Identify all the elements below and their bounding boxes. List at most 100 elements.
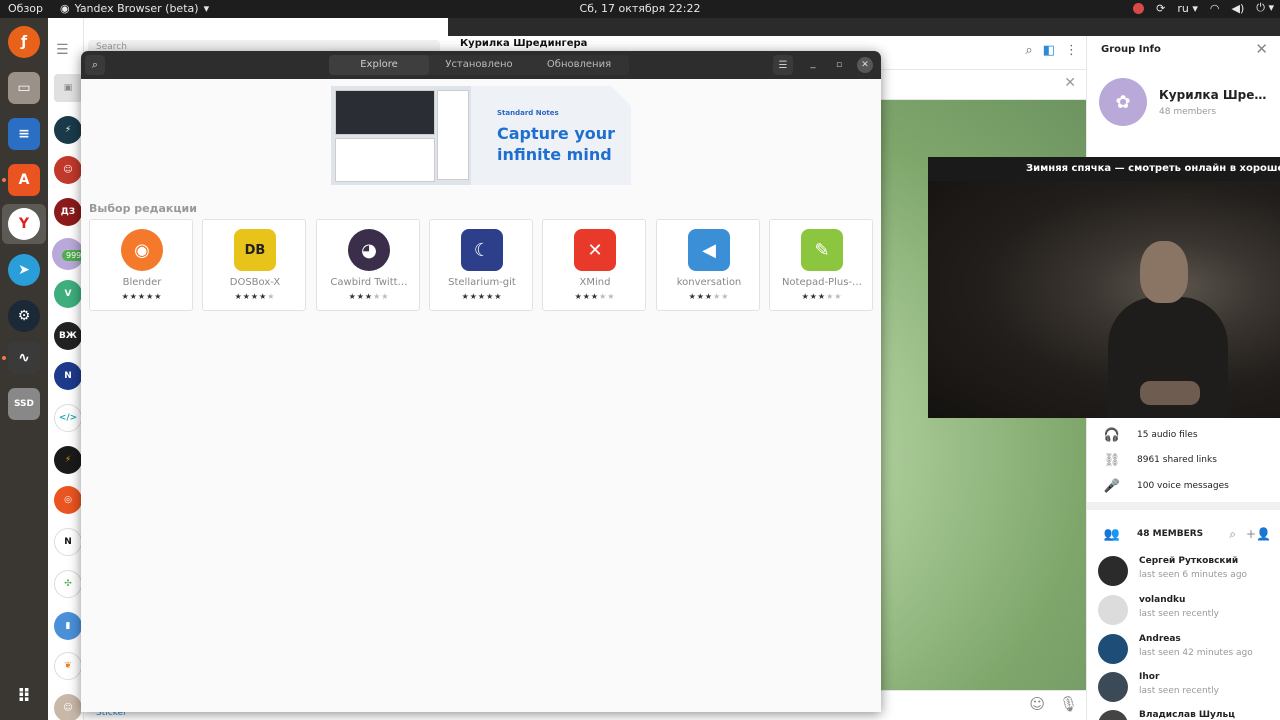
software-icon[interactable]: A bbox=[8, 164, 40, 196]
files-icon[interactable]: ▭ bbox=[8, 72, 40, 104]
software-center-window: ⌕ Explore Установлено Обновления ☰ _ ▫ ✕… bbox=[81, 51, 881, 712]
apps-grid-icon[interactable]: ⠿ bbox=[8, 680, 40, 712]
section-title: Выбор редакции bbox=[89, 202, 197, 215]
rating-stars: ★★★★★ bbox=[688, 292, 730, 301]
banner-tagline: Capture your infinite mind bbox=[497, 124, 616, 164]
banner-brand: Standard Notes bbox=[497, 109, 559, 117]
member-row[interactable]: Andreas last seen 42 minutes ago bbox=[1087, 630, 1280, 668]
tab-updates[interactable]: Обновления bbox=[529, 55, 629, 75]
view-switcher: Explore Установлено Обновления bbox=[329, 55, 629, 75]
media-row-audio[interactable]: 🎧 15 audio files bbox=[1087, 423, 1280, 447]
chat-avatar[interactable]: N bbox=[54, 528, 82, 556]
group-info-title: Group Info bbox=[1101, 44, 1161, 55]
group-members-count: 48 members bbox=[1159, 107, 1217, 117]
top-panel: Обзор ◉ Yandex Browser (beta) ▾ Сб, 17 о… bbox=[0, 0, 1280, 18]
chat-avatar[interactable]: V bbox=[54, 280, 82, 308]
search-icon[interactable]: ⌕ bbox=[1025, 43, 1032, 58]
maximize-icon[interactable]: ▫ bbox=[831, 57, 847, 73]
rating-stars: ★★★★★ bbox=[348, 292, 390, 301]
headphones-icon: 🎧 bbox=[1103, 427, 1121, 443]
yandex-disk-icon[interactable] bbox=[1133, 2, 1145, 14]
menu-icon[interactable]: ☰ bbox=[773, 55, 793, 75]
app-card-notepad-plus[interactable]: ✎ Notepad-Plus-… ★★★★★ bbox=[769, 219, 873, 311]
member-row[interactable]: Сергей Рутковский last seen 6 minutes ag… bbox=[1087, 552, 1280, 590]
close-icon[interactable]: ✕ bbox=[1064, 75, 1076, 91]
music-icon[interactable]: ⟳ bbox=[1156, 2, 1165, 15]
writer-icon[interactable]: ≡ bbox=[8, 118, 40, 150]
rating-stars: ★★★★★ bbox=[461, 292, 503, 301]
search-icon[interactable]: ⌕ bbox=[85, 55, 105, 75]
avatar bbox=[1098, 634, 1128, 664]
system-monitor-icon[interactable]: ∿ bbox=[8, 342, 40, 374]
chat-avatar[interactable]: ✣ bbox=[54, 570, 82, 598]
video-title: Зимняя спячка — смотреть онлайн в хороше… bbox=[928, 157, 1280, 181]
chat-avatar[interactable]: ◎ bbox=[54, 486, 82, 514]
avatar bbox=[1098, 672, 1128, 702]
rating-stars: ★★★★★ bbox=[574, 292, 616, 301]
yandex-browser-icon[interactable]: Y bbox=[2, 204, 46, 244]
rating-stars: ★★★★★ bbox=[801, 292, 843, 301]
emoji-icon[interactable]: ☺ bbox=[1029, 695, 1045, 713]
search-icon[interactable]: ⌕ bbox=[1229, 527, 1236, 542]
rating-stars: ★★★★★ bbox=[234, 292, 276, 301]
chat-title[interactable]: Курилка Шредингера bbox=[460, 38, 587, 49]
app-card-stellarium[interactable]: ☾ Stellarium-git ★★★★★ bbox=[429, 219, 533, 311]
more-vertical-icon[interactable]: ⋮ bbox=[1065, 43, 1078, 58]
power-icon[interactable]: ⏻ ▾ bbox=[1256, 1, 1274, 15]
featured-banner[interactable]: Standard Notes Capture your infinite min… bbox=[331, 86, 631, 185]
telegram-icon[interactable]: ➤ bbox=[8, 254, 40, 286]
app-card-xmind[interactable]: ✕ XMind ★★★★★ bbox=[542, 219, 646, 311]
close-icon[interactable]: ✕ bbox=[1255, 40, 1268, 58]
chat-avatar[interactable]: ☺ bbox=[54, 694, 82, 720]
chat-avatar[interactable]: ВЖ bbox=[54, 322, 82, 350]
media-row-links[interactable]: ⛓ 8961 shared links bbox=[1087, 448, 1280, 472]
avatar bbox=[1098, 595, 1128, 625]
video-popup[interactable]: Зимняя спячка — смотреть онлайн в хороше… bbox=[928, 157, 1280, 418]
app-card-konversation[interactable]: ◀ konversation ★★★★★ bbox=[656, 219, 760, 311]
app-card-cawbird[interactable]: ◕ Cawbird Twitt… ★★★★★ bbox=[316, 219, 420, 311]
chat-avatar[interactable]: ⚡ bbox=[54, 116, 82, 144]
chat-avatar[interactable]: N bbox=[54, 362, 82, 390]
ssd-drive-icon[interactable]: SSD bbox=[8, 388, 40, 420]
microphone-icon[interactable]: 🎙 bbox=[1059, 695, 1078, 713]
chat-avatar[interactable]: ☺ bbox=[54, 156, 82, 184]
tab-explore[interactable]: Explore bbox=[329, 55, 429, 75]
add-member-icon[interactable]: +👤 bbox=[1246, 527, 1271, 542]
media-row-voice[interactable]: 🎤 100 voice messages bbox=[1087, 474, 1280, 498]
members-header: 👥 48 MEMBERS ⌕ +👤 bbox=[1087, 522, 1280, 546]
clock[interactable]: Сб, 17 октября 22:22 bbox=[0, 2, 1280, 15]
chat-avatar[interactable]: ⚡ bbox=[54, 446, 82, 474]
app-card-dosbox-x[interactable]: DB DOSBox-X ★★★★★ bbox=[202, 219, 306, 311]
dock: ƒ ▭ ≡ A Y ➤ ⚙ ∿ SSD ⠿ bbox=[0, 18, 48, 720]
steam-icon[interactable]: ⚙ bbox=[8, 300, 40, 332]
member-row[interactable]: volandku last seen recently bbox=[1087, 591, 1280, 629]
blender-icon: ◉ bbox=[121, 229, 163, 271]
firefox-icon[interactable]: ƒ bbox=[8, 26, 40, 58]
chat-avatar[interactable]: ▮ bbox=[54, 612, 82, 640]
chat-avatar[interactable]: </> bbox=[54, 404, 82, 432]
minimize-icon[interactable]: _ bbox=[805, 57, 821, 73]
saved-chat-avatar[interactable]: ▣ bbox=[54, 74, 82, 102]
volume-icon[interactable]: ◀) bbox=[1232, 2, 1245, 15]
member-row[interactable]: Ihor last seen recently bbox=[1087, 668, 1280, 706]
group-name: Курилка Шредингера bbox=[1159, 88, 1271, 102]
link-icon: ⛓ bbox=[1103, 452, 1121, 468]
dosbox-icon: DB bbox=[234, 229, 276, 271]
group-avatar[interactable]: ✿ bbox=[1099, 78, 1147, 126]
video-frame[interactable] bbox=[928, 181, 1280, 418]
chat-avatar[interactable]: ДЗ bbox=[54, 198, 82, 226]
konversation-icon: ◀ bbox=[688, 229, 730, 271]
member-row[interactable]: Владислав Шульц bbox=[1087, 706, 1280, 720]
wifi-icon[interactable]: ◠ bbox=[1210, 2, 1220, 15]
chat-avatar[interactable]: ❦ bbox=[54, 652, 82, 680]
tab-installed[interactable]: Установлено bbox=[429, 55, 529, 75]
microphone-icon: 🎤 bbox=[1103, 478, 1121, 494]
app-card-blender[interactable]: ◉ Blender ★★★★★ bbox=[89, 219, 193, 311]
language-indicator[interactable]: ru ▾ bbox=[1177, 2, 1198, 15]
avatar bbox=[1098, 556, 1128, 586]
close-icon[interactable]: ✕ bbox=[857, 57, 873, 73]
headerbar: ⌕ Explore Установлено Обновления ☰ _ ▫ ✕ bbox=[81, 51, 881, 79]
banner-screenshots bbox=[331, 86, 471, 185]
hamburger-icon[interactable]: ☰ bbox=[56, 42, 69, 58]
sidebar-toggle-icon[interactable]: ◧ bbox=[1043, 43, 1055, 58]
